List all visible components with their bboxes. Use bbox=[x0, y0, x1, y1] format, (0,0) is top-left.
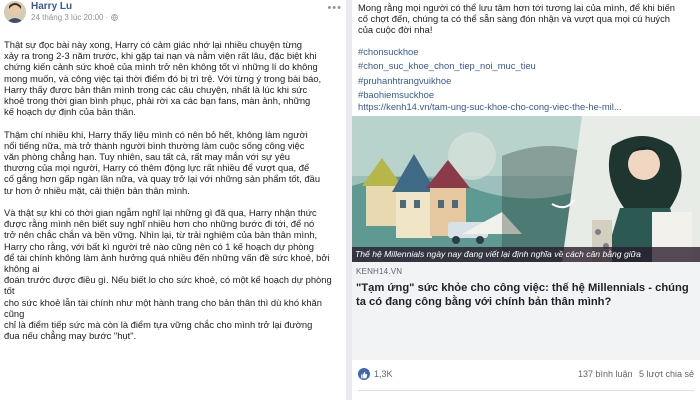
more-options-icon[interactable]: ••• bbox=[327, 2, 342, 14]
share-count[interactable]: 5 lượt chia sẻ bbox=[639, 369, 694, 379]
hashtag-link[interactable]: #chon_suc_khoe_chon_tiep_noi_muc_tieu bbox=[358, 59, 696, 73]
image-caption: Thế hệ Millennials ngày nay đang viết lạ… bbox=[352, 247, 700, 262]
right-post: Mong rằng mọi người có thể lưu tâm hơn t… bbox=[352, 0, 700, 400]
footer-divider bbox=[358, 390, 694, 391]
hashtag-link[interactable]: #chonsuckhoe bbox=[358, 45, 696, 59]
hashtag-link[interactable]: #pruhanhtrangvuikhoe bbox=[358, 74, 696, 88]
post-paragraph-1: Thật sự đọc bài này xong, Harry có cảm g… bbox=[4, 39, 322, 118]
link-title[interactable]: "Tạm ứng" sức khỏe cho công việc: thế hệ… bbox=[356, 281, 694, 309]
article-url-link[interactable]: https://kenh14.vn/tam-ung-suc-khoe-cho-c… bbox=[358, 101, 696, 112]
left-post: Harry Lu 24 tháng 3 lúc 20:00 · ••• Thật… bbox=[0, 0, 346, 400]
reaction-bar: 1,3K 137 bình luận 5 lượt chia sẻ bbox=[352, 362, 700, 386]
link-preview-image[interactable]: Thế hệ Millennials ngày nay đang viết lạ… bbox=[352, 116, 700, 262]
engagement-stats: 137 bình luận 5 lượt chia sẻ bbox=[574, 369, 694, 379]
post-header: Harry Lu 24 tháng 3 lúc 20:00 · ••• bbox=[4, 0, 344, 23]
post-body: Thật sự đọc bài này xong, Harry có cảm g… bbox=[4, 39, 342, 353]
comment-count[interactable]: 137 bình luận bbox=[578, 369, 633, 379]
preview-illustration bbox=[352, 116, 700, 262]
link-domain: KENH14.VN bbox=[356, 267, 403, 276]
globe-icon bbox=[111, 14, 119, 21]
like-icon[interactable] bbox=[358, 368, 370, 380]
author-name[interactable]: Harry Lu bbox=[31, 1, 72, 12]
post-meta: 24 tháng 3 lúc 20:00 · bbox=[31, 13, 119, 22]
post-paragraph-2: Thậm chí nhiều khi, Harry thấy liệu mình… bbox=[4, 128, 321, 196]
post-timestamp[interactable]: 24 tháng 3 lúc 20:00 · bbox=[31, 13, 108, 22]
like-count[interactable]: 1,3K bbox=[374, 369, 393, 379]
hashtag-list: #chonsuckhoe #chon_suc_khoe_chon_tiep_no… bbox=[358, 45, 696, 102]
post-intro-text: Mong rằng mọi người có thể lưu tâm hơn t… bbox=[358, 2, 676, 36]
link-card[interactable]: KENH14.VN "Tạm ứng" sức khỏe cho công vi… bbox=[352, 262, 700, 360]
author-avatar[interactable] bbox=[4, 1, 26, 23]
post-paragraph-3: Và thật sự khi có thời gian ngẫm nghĩ lạ… bbox=[4, 207, 332, 342]
